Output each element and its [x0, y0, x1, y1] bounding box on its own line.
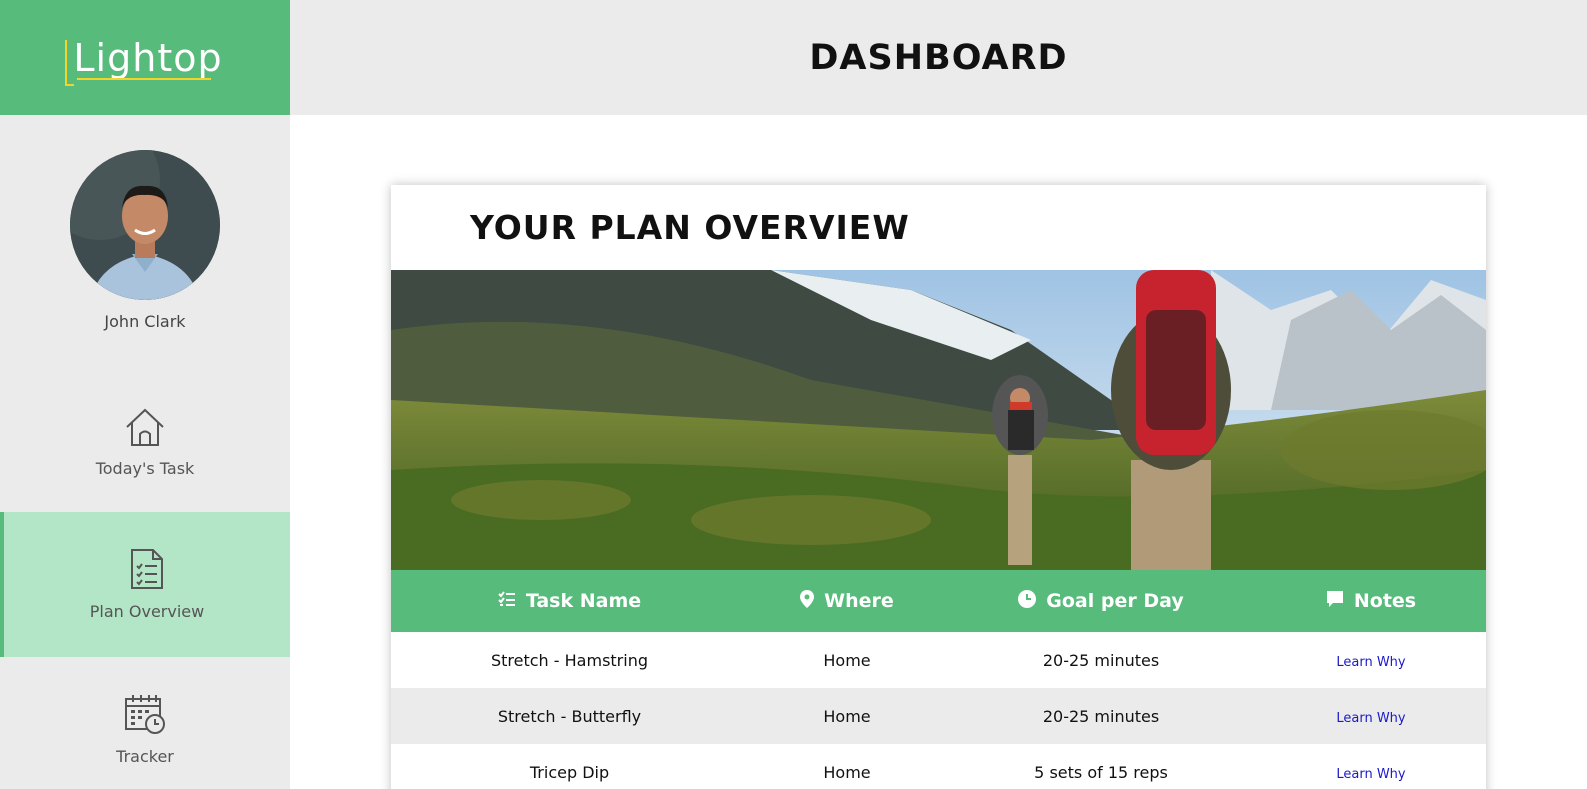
calendar-clock-icon: [124, 693, 166, 735]
learn-why-link[interactable]: Learn Why: [1336, 655, 1405, 670]
user-name: John Clark: [104, 312, 186, 331]
logo-text: Lightop: [65, 36, 222, 86]
cell-notes: Learn Why: [1256, 688, 1486, 744]
plan-overview-card: YOUR PLAN OVERVIEW Task Name Where Goal …: [391, 185, 1486, 789]
column-header-label: Notes: [1353, 590, 1417, 612]
column-header-label: Goal per Day: [1046, 590, 1184, 612]
column-header-notes[interactable]: Notes: [1256, 570, 1486, 632]
page-title: DASHBOARD: [809, 37, 1068, 78]
sidebar-item-label: Today's Task: [95, 459, 195, 478]
sidebar-item-label: Plan Overview: [89, 602, 205, 621]
checklist-icon: [130, 548, 164, 590]
cell-where: Home: [823, 650, 871, 670]
avatar[interactable]: [70, 150, 220, 300]
column-header-where[interactable]: Where: [748, 570, 946, 632]
clock-icon: [1018, 589, 1037, 613]
list-check-icon: [498, 590, 516, 612]
sidebar-item-todays-task[interactable]: Today's Task: [0, 370, 290, 515]
plan-table: Task Name Where Goal per Day Notes Stret…: [391, 570, 1486, 789]
table-header-row: Task Name Where Goal per Day Notes: [391, 570, 1486, 632]
card-title: YOUR PLAN OVERVIEW: [470, 208, 910, 247]
cell-task: Stretch - Butterfly: [391, 688, 748, 744]
table-row: Stretch - Butterfly Home 20-25 minutes L…: [391, 688, 1486, 744]
cell-notes: Learn Why: [1256, 744, 1486, 789]
column-header-label: Where: [824, 590, 894, 612]
sidebar-item-label: Tracker: [116, 747, 174, 766]
learn-why-link[interactable]: Learn Why: [1336, 711, 1405, 726]
top-header: DASHBOARD: [290, 0, 1587, 115]
cell-task: Tricep Dip: [529, 762, 610, 782]
sidebar-item-plan-overview[interactable]: Plan Overview: [0, 512, 290, 657]
table-row: Stretch - Hamstring Home 20-25 minutes L…: [391, 632, 1486, 688]
column-header-task-name[interactable]: Task Name: [391, 570, 748, 632]
map-pin-icon: [800, 589, 815, 613]
logo[interactable]: Lightop: [0, 0, 290, 115]
cell-goal: 5 sets of 15 reps: [1034, 762, 1168, 782]
cell-notes: Learn Why: [1256, 632, 1486, 688]
cell-goal: 20-25 minutes: [946, 688, 1256, 744]
comment-icon: [1326, 590, 1344, 613]
table-row: Tricep Dip Home 5 sets of 15 reps Learn …: [391, 744, 1486, 789]
sidebar: Lightop John Clark Today's Task Plan Ove…: [0, 0, 290, 789]
home-icon: [124, 407, 166, 447]
column-header-label: Task Name: [525, 590, 642, 612]
sidebar-item-tracker[interactable]: Tracker: [0, 657, 290, 789]
cell-where: Home: [823, 762, 871, 782]
cell-where: Home: [748, 688, 946, 744]
user-profile: John Clark: [0, 150, 290, 331]
learn-why-link[interactable]: Learn Why: [1336, 767, 1405, 782]
cell-task: Stretch - Hamstring: [490, 650, 648, 670]
cell-goal: 20-25 minutes: [1042, 650, 1160, 670]
column-header-goal-per-day[interactable]: Goal per Day: [946, 570, 1256, 632]
hero-image: [391, 270, 1486, 570]
